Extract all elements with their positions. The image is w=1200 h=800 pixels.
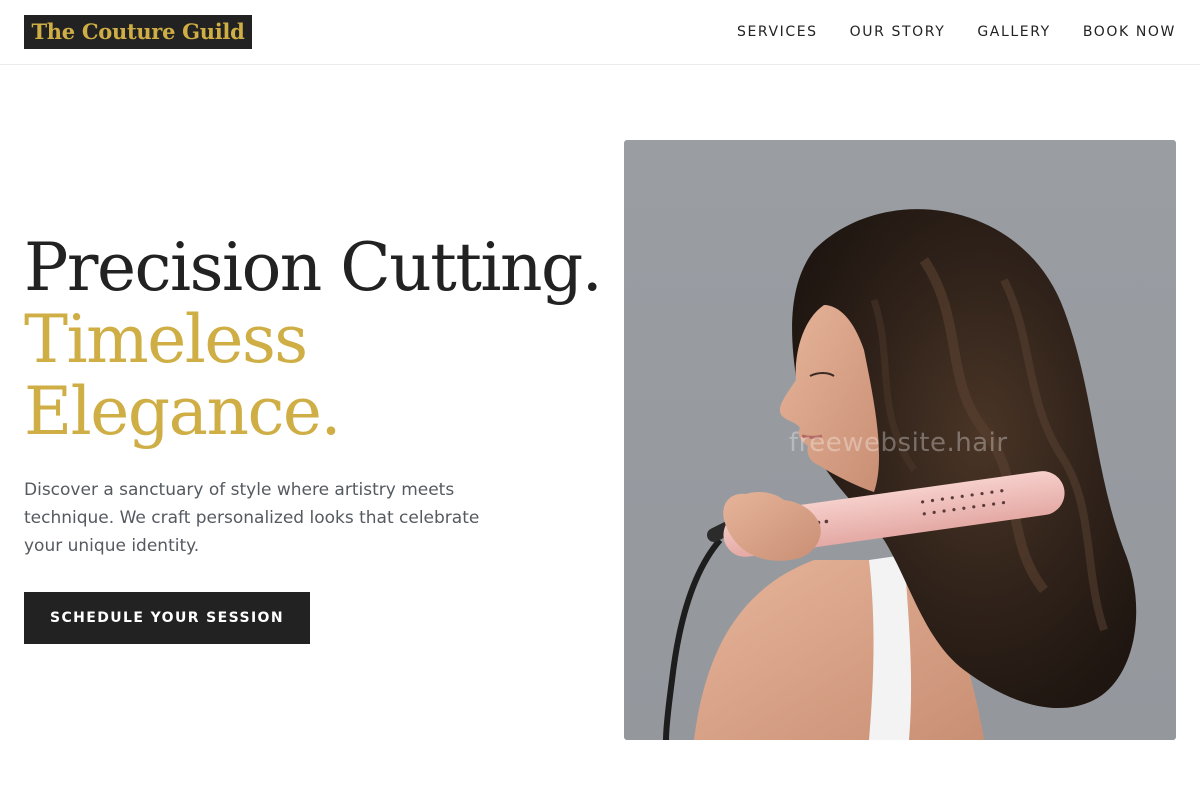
hero-description: Discover a sanctuary of style where arti… (24, 480, 480, 556)
hero-title-accent: Timeless Elegance. (24, 301, 341, 450)
nav-book-now-link[interactable]: BOOK NOW (1083, 24, 1176, 40)
logo[interactable]: The Couture Guild (24, 15, 252, 49)
hero-image: freewebsite.hair (624, 140, 1176, 740)
hero-title-line1: Precision Cutting. (24, 229, 603, 306)
nav-our-story-link[interactable]: OUR STORY (850, 24, 946, 40)
schedule-session-button[interactable]: SCHEDULE YOUR SESSION (24, 592, 310, 644)
image-watermark: freewebsite.hair (789, 428, 1008, 458)
nav-gallery-link[interactable]: GALLERY (977, 24, 1050, 40)
hero-title: Precision Cutting. Timeless Elegance. (24, 232, 604, 448)
main-nav: SERVICES OUR STORY GALLERY BOOK NOW (737, 0, 1176, 64)
site-header: The Couture Guild SERVICES OUR STORY GAL… (0, 0, 1200, 65)
nav-services-link[interactable]: SERVICES (737, 24, 818, 40)
